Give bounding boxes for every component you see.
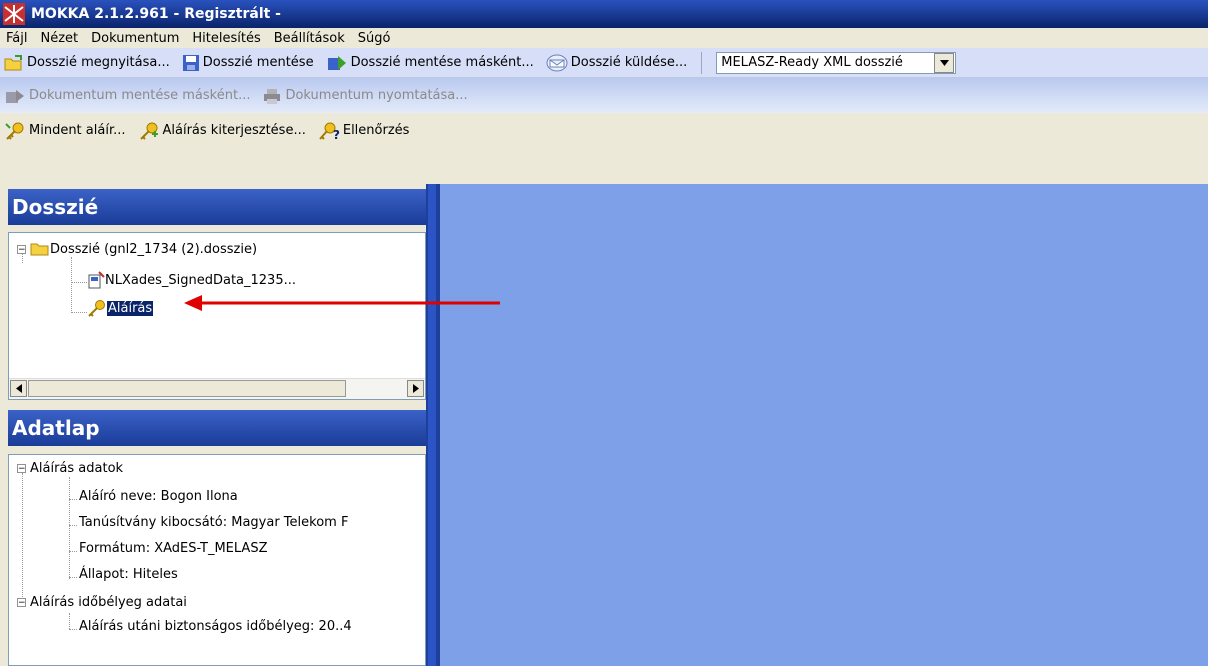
key-verify-icon: ? [319,122,340,141]
save-document-as-icon [6,89,24,103]
verify-button[interactable]: ? Ellenőrzés [318,121,410,141]
key-extend-icon [139,122,158,140]
save-dossier-as-button[interactable]: Dosszié mentése másként... [326,54,534,72]
folder-icon [30,243,49,256]
save-dossier-as-label: Dosszié mentése másként... [350,55,534,70]
dropdown-arrow-icon[interactable] [934,52,955,73]
toolbar-separator [701,51,703,74]
tree-node-signature-label: Aláírás [105,299,155,317]
pane-splitter-highlight [428,184,436,666]
collapse-toggle[interactable]: − [17,464,26,474]
extend-signature-button[interactable]: Aláírás kiterjesztése... [138,121,306,141]
save-document-as-button[interactable]: Dokumentum mentése másként... [4,87,250,105]
sign-all-label: Mindent aláír... [29,123,126,138]
collapse-toggle[interactable]: − [17,598,26,608]
tree-node-signature[interactable]: Aláírás [87,299,155,317]
format-label: Formátum: XAdES-T_MELASZ [79,541,268,556]
format-select-value: MELASZ-Ready XML dosszié [721,55,903,70]
key-sign-icon [5,122,24,140]
tree-group-timestamp-data-label: Aláírás időbélyeg adatai [30,595,187,610]
dossier-tree[interactable]: − Dosszié (gnl2_1734 (2).dosszie) NLXade… [8,232,426,400]
datasheet-tree[interactable]: − Aláírás adatok Aláíró neve: Bogon Ilon… [8,454,426,666]
tree-item-timestamp[interactable]: Aláírás utáni biztonságos időbélyeg: 20.… [79,619,352,634]
menu-help[interactable]: Súgó [358,31,391,46]
save-dossier-button[interactable]: Dosszié mentése [182,54,314,72]
status-label: Állapot: Hiteles [79,567,178,582]
dossier-panel-title-text: Dosszié [12,195,99,219]
save-dossier-label: Dosszié mentése [202,55,314,70]
key-icon [88,300,105,317]
signature-toolbar: Mindent aláír... Aláírás kiterjesztése..… [0,113,1208,148]
floppy-disk-icon [182,54,199,71]
menu-file[interactable]: Fájl [6,31,27,46]
open-folder-icon [4,54,22,70]
scrollbar-thumb[interactable] [28,380,346,397]
menu-bar: Fájl Nézet Dokumentum Hitelesítés Beállí… [0,28,1208,48]
open-dossier-button[interactable]: Dosszié megnyitása... [4,54,170,72]
tree-node-signed-data-label: NLXades_SignedData_1235... [105,272,296,288]
collapse-toggle[interactable]: − [17,244,26,254]
verify-label: Ellenőrzés [342,123,410,138]
tree-group-signature-data-label: Aláírás adatok [30,461,124,476]
document-view-area[interactable] [440,184,1208,666]
sign-all-button[interactable]: Mindent aláír... [4,121,126,141]
format-select[interactable]: MELASZ-Ready XML dosszié [716,51,957,74]
tree-group-timestamp-data[interactable]: − Aláírás időbélyeg adatai [17,595,187,610]
horizontal-scrollbar[interactable] [9,378,425,399]
menu-view[interactable]: Nézet [40,31,78,46]
scroll-right-arrow-icon[interactable] [407,380,424,397]
envelope-icon [546,54,568,71]
app-logo-icon [3,3,25,25]
cert-issuer-label: Tanúsítvány kibocsátó: Magyar Telekom F [79,515,349,530]
signed-document-icon [88,271,105,289]
tree-item-signer-name[interactable]: Aláíró neve: Bogon Ilona [79,489,238,504]
open-dossier-label: Dosszié megnyitása... [27,55,170,70]
dossier-toolbar: Dosszié megnyitása... Dosszié mentése Do… [0,48,1208,78]
print-document-label: Dokumentum nyomtatása... [285,88,468,103]
tree-group-signature-data[interactable]: − Aláírás adatok [17,461,123,476]
tree-item-cert-issuer[interactable]: Tanúsítvány kibocsátó: Magyar Telekom F [79,515,348,530]
printer-icon [264,88,281,104]
title-bar: MOKKA 2.1.2.961 - Regisztrált - [0,0,1208,28]
extend-signature-label: Aláírás kiterjesztése... [162,123,306,138]
save-document-as-label: Dokumentum mentése másként... [29,88,251,103]
menu-authentication[interactable]: Hitelesítés [192,31,260,46]
menu-document[interactable]: Dokumentum [91,31,179,46]
save-as-icon [327,55,346,70]
tree-node-dossier-label: Dosszié (gnl2_1734 (2).dosszie) [50,241,258,257]
print-document-button[interactable]: Dokumentum nyomtatása... [262,87,468,105]
menu-settings[interactable]: Beállítások [274,31,345,46]
scroll-left-arrow-icon[interactable] [10,380,27,397]
window-title: MOKKA 2.1.2.961 - Regisztrált - [31,6,281,22]
svg-text:?: ? [333,128,340,141]
send-dossier-label: Dosszié küldése... [570,55,688,70]
datasheet-panel-title: Adatlap [8,410,426,446]
send-dossier-button[interactable]: Dosszié küldése... [546,54,687,72]
tree-item-format[interactable]: Formátum: XAdES-T_MELASZ [79,541,267,556]
dossier-panel-title: Dosszié [8,189,426,225]
tree-item-status[interactable]: Állapot: Hiteles [79,567,178,582]
datasheet-panel-title-text: Adatlap [12,416,100,440]
annotation-arrow-icon [184,295,500,311]
tree-node-signed-data[interactable]: NLXades_SignedData_1235... [87,271,296,289]
tree-node-dossier[interactable]: − Dosszié (gnl2_1734 (2).dosszie) [17,241,257,257]
document-toolbar: Dokumentum mentése másként... Dokumentum… [0,78,1208,113]
signer-name-label: Aláíró neve: Bogon Ilona [79,489,238,504]
timestamp-label: Aláírás utáni biztonságos időbélyeg: 20.… [79,619,352,634]
